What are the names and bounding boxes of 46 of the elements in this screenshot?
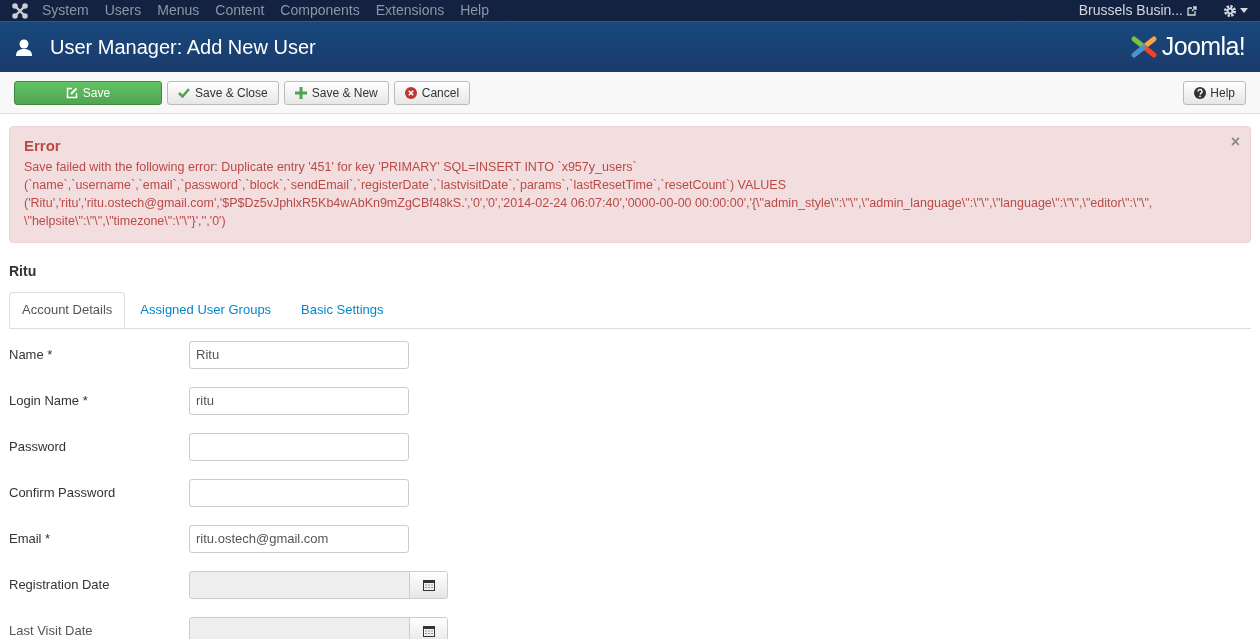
logo-text: Joomla! (1161, 31, 1245, 63)
toolbar-button[interactable]: Save & Close (167, 80, 279, 105)
help-button[interactable]: Help (1183, 80, 1246, 105)
settings-icon (1223, 3, 1237, 18)
toolbar-button[interactable]: Save & New (283, 80, 389, 105)
menu-item[interactable]: Users (96, 0, 150, 21)
field-label: Last Visit Date (9, 621, 94, 639)
field-label: Confirm Password (9, 483, 117, 502)
caret-icon (1240, 8, 1248, 13)
cancel-icon (404, 86, 417, 99)
external-link-icon (1187, 5, 1197, 16)
input-field[interactable]: ritu.ostech@gmail.com (189, 524, 409, 553)
error-message: Save failed with the following error: Duplicate entry '451' for key 'PRIMARY' SQL=INSERT INTO `x957y_users` (`name`,`username`,`email`,`password`,`block`,`sendEmail`,`registerDate`,`lastvisitDate`,`params`,`lastResetTime`,`resetCount`) VALUES ('Ritu','ritu','ritu.ostech@gmail.com','$P$Dz5vJphlxR5Kb4wAbKn9mZgCBf48kS.','0','0','2014-02-24 06:07:40','0000-00-00 00:00:00','{\"admin_style\":\"\",\"admin_language\":\"\",\"language\":\"\",\"editor\":\"\", \"helpsite\":\"\",\"timezone\":\"\"}','','0') (24, 158, 1154, 230)
menu-item[interactable]: Help (452, 0, 497, 21)
page-title: User Manager: Add New User (50, 35, 316, 60)
calendar-icon (422, 624, 435, 637)
toolbar-button[interactable]: Cancel (393, 80, 471, 105)
joomla-logo-icon[interactable] (12, 2, 28, 19)
tab[interactable]: Basic Settings (286, 291, 399, 328)
tab[interactable]: Assigned User Groups (125, 291, 287, 328)
field-label: Email * (9, 529, 52, 548)
joomla-logo[interactable]: Joomla! (1128, 28, 1245, 66)
field-label: Name * (9, 345, 54, 364)
help-icon (1194, 86, 1207, 99)
field-label: Registration Date (9, 575, 111, 594)
calendar-icon (422, 578, 435, 591)
user-icon (15, 38, 33, 56)
plus-icon (294, 86, 307, 99)
menu-item[interactable]: Extensions (367, 0, 453, 21)
input-field[interactable]: Ritu (189, 340, 409, 369)
settings-menu[interactable] (1223, 3, 1248, 18)
menu-item[interactable]: Menus (149, 0, 208, 21)
input-field[interactable] (189, 432, 409, 461)
input-field[interactable]: ritu (189, 386, 409, 415)
menu-item[interactable]: Components (272, 0, 368, 21)
field-label: Password (9, 437, 68, 456)
form-title: Ritu (9, 261, 38, 281)
alert-title: Error (24, 136, 61, 156)
tab[interactable]: Account Details (9, 291, 126, 328)
menu-item[interactable]: Content (207, 0, 273, 21)
field-label: Login Name * (9, 391, 89, 410)
site-link[interactable]: Brussels Busin... (1078, 0, 1183, 21)
edit-icon (65, 86, 78, 99)
menu-item[interactable]: System (34, 0, 97, 21)
checkmark-icon (178, 87, 190, 98)
input-field[interactable] (189, 478, 409, 507)
